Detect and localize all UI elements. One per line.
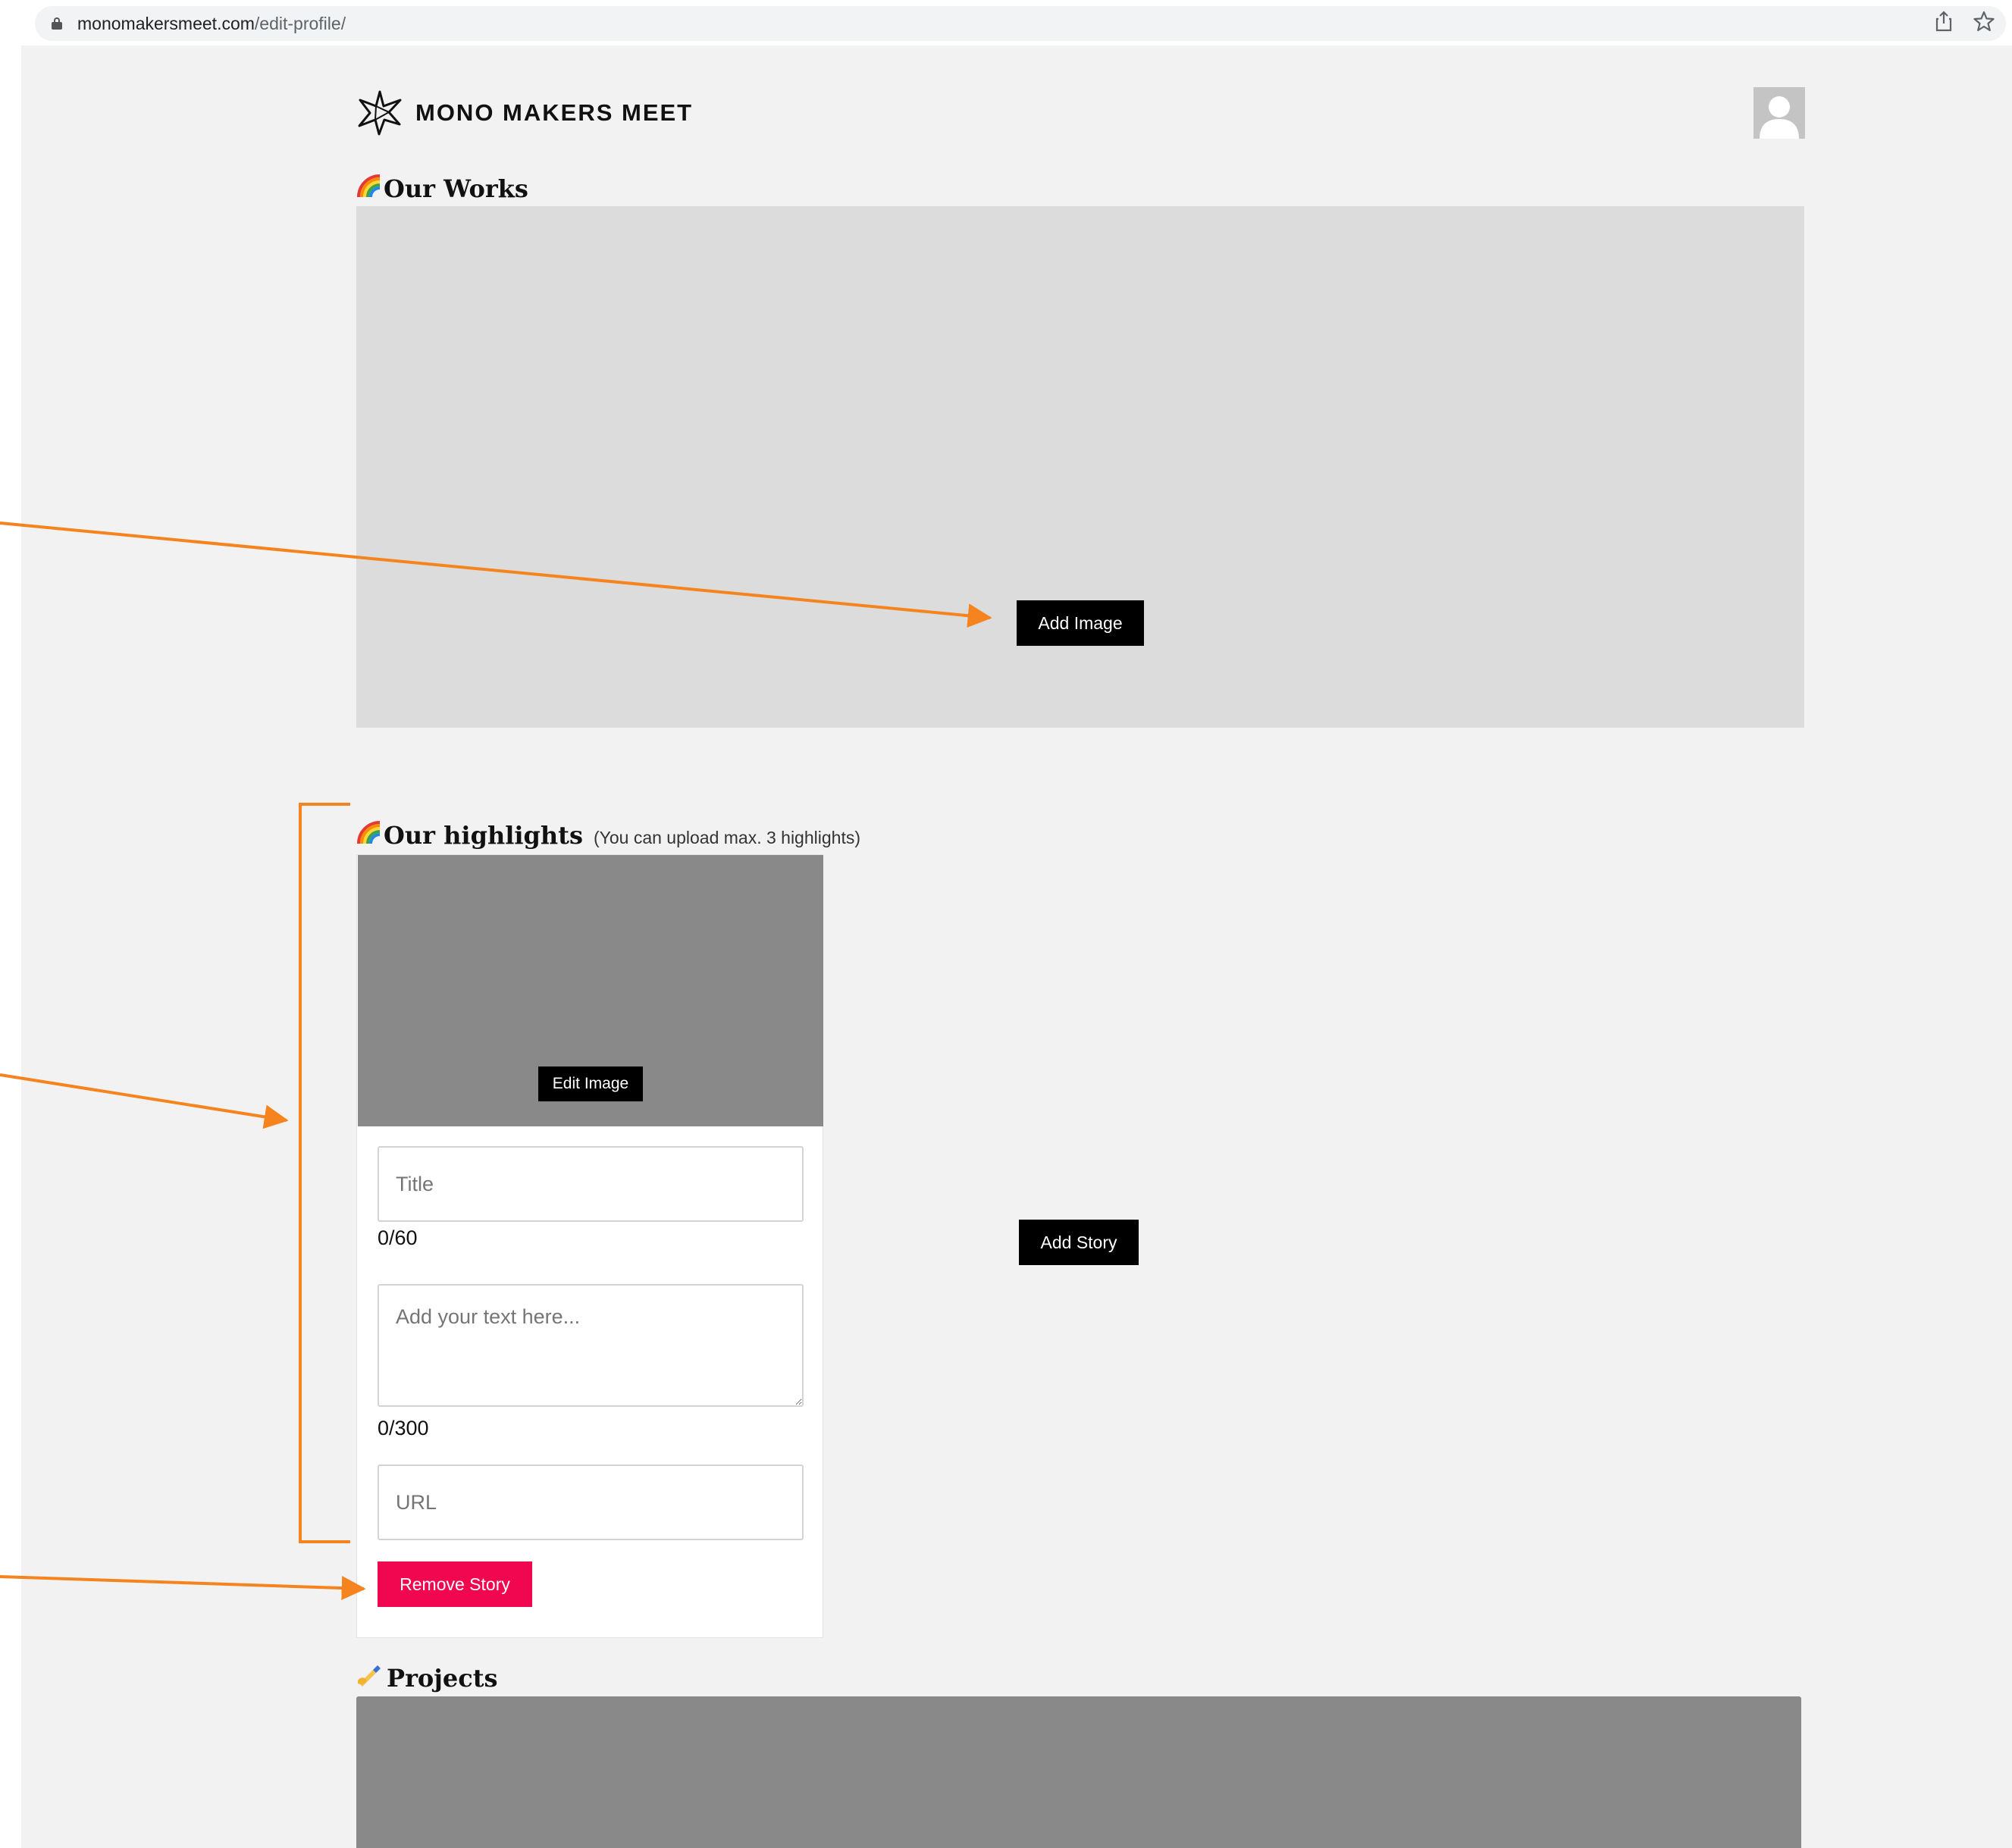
site-logo[interactable]: MONO MAKERS MEET	[356, 89, 693, 136]
rainbow-icon	[357, 821, 381, 844]
title-char-counter: 0/60	[378, 1226, 418, 1249]
url-domain: monomakersmeet.com	[77, 13, 255, 33]
logo-text: MONO MAKERS MEET	[415, 99, 694, 126]
url-path: /edit-profile/	[254, 13, 346, 33]
works-title: Our Works	[384, 174, 528, 203]
writing-hand-icon	[358, 1665, 381, 1687]
projects-image-area	[356, 1696, 1801, 1848]
user-avatar-icon[interactable]	[1753, 87, 1805, 139]
edit-image-button[interactable]: Edit Image	[538, 1067, 643, 1101]
add-story-button[interactable]: Add Story	[1019, 1220, 1139, 1265]
address-bar[interactable]: monomakersmeet.com/edit-profile/	[35, 6, 2006, 41]
highlights-hint: (You can upload max. 3 highlights)	[593, 828, 860, 847]
highlights-title: Our highlights	[384, 821, 583, 850]
highlights-heading: Our highlights (You can upload max. 3 hi…	[356, 821, 860, 850]
share-icon[interactable]	[1935, 11, 1953, 37]
star-logo-icon	[358, 90, 402, 136]
star-icon[interactable]	[1973, 11, 1995, 37]
rainbow-icon	[357, 174, 381, 197]
text-char-counter: 0/300	[378, 1417, 429, 1439]
works-image-area	[356, 206, 1804, 728]
url-text: monomakersmeet.com/edit-profile/	[77, 14, 346, 34]
remove-story-button[interactable]: Remove Story	[378, 1561, 532, 1607]
add-image-button[interactable]: Add Image	[1017, 600, 1144, 646]
story-text-input[interactable]	[378, 1284, 804, 1407]
story-url-input[interactable]	[378, 1464, 804, 1540]
story-title-input[interactable]	[378, 1146, 804, 1222]
lock-icon	[52, 17, 62, 30]
projects-heading: Projects	[356, 1664, 497, 1693]
works-heading: Our Works	[356, 174, 528, 203]
projects-title: Projects	[387, 1664, 498, 1693]
